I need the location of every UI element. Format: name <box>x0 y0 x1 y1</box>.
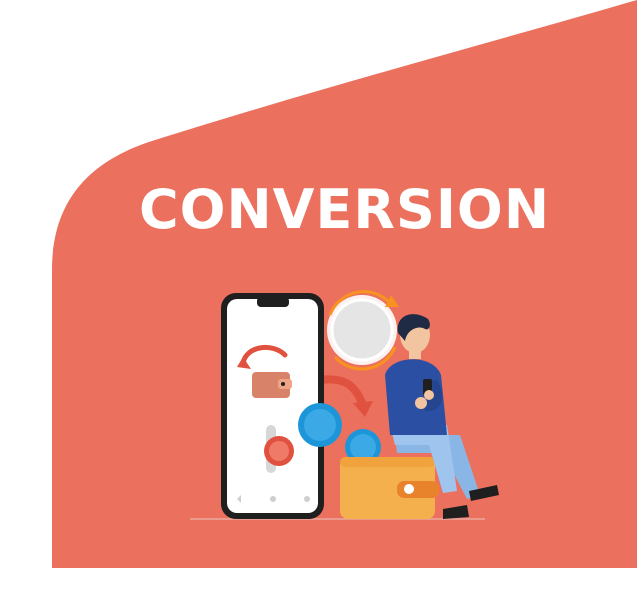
page-title: CONVERSION <box>138 178 551 241</box>
exchange-ring-icon <box>327 290 399 371</box>
phone-icon <box>221 293 324 519</box>
conversion-illustration <box>190 290 499 520</box>
wallet-icon <box>340 457 439 519</box>
